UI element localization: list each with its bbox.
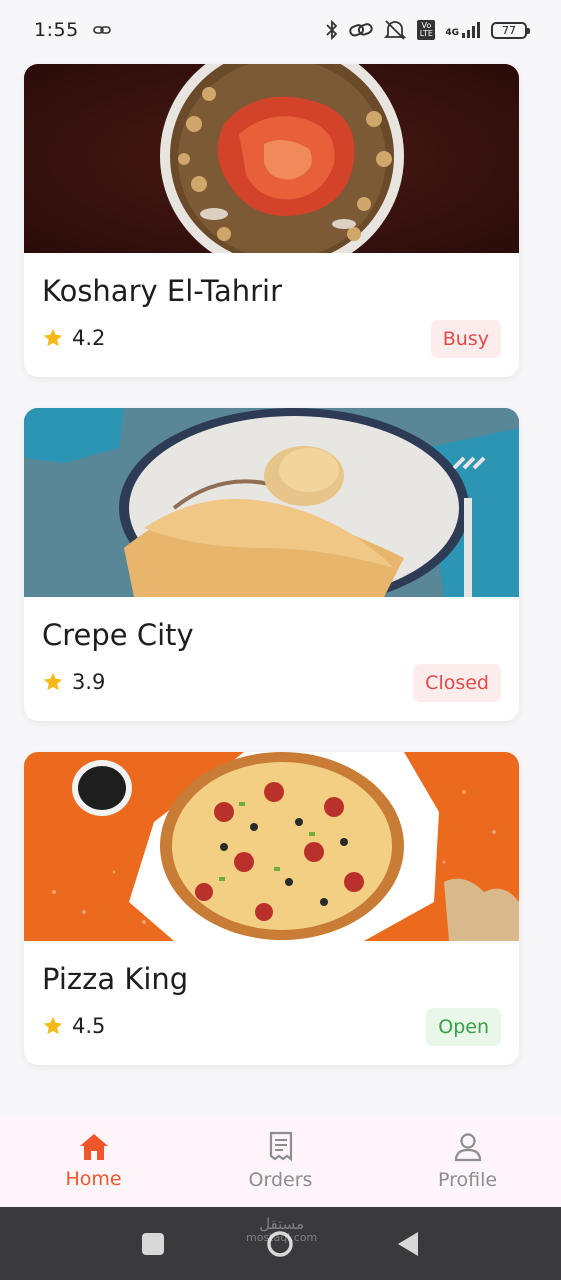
bluetooth-icon	[326, 20, 338, 40]
rating-value: 4.5	[72, 1014, 106, 1038]
nav-home-label: Home	[65, 1168, 122, 1190]
pizza-image	[24, 752, 519, 941]
restaurant-name: Koshary El-Tahrir	[42, 274, 283, 308]
status-badge: Closed	[413, 664, 501, 702]
signal-icon	[462, 22, 480, 38]
person-icon	[454, 1133, 481, 1162]
koshary-image	[24, 64, 519, 253]
star-icon	[43, 1016, 63, 1035]
nav-orders-label: Orders	[248, 1169, 313, 1191]
star-icon	[43, 328, 63, 347]
nav-profile[interactable]: Profile	[374, 1115, 561, 1207]
nav-home[interactable]: Home	[0, 1115, 187, 1207]
rating: 3.9	[42, 670, 105, 694]
volte-indicator: Vo LTE	[417, 20, 436, 40]
network-type: 4G	[445, 28, 459, 38]
status-time: 1:55	[34, 19, 79, 41]
restaurant-name: Crepe City	[42, 618, 194, 652]
rating: 4.2	[42, 326, 105, 350]
bottom-navigation: Home Orders Profile	[0, 1115, 561, 1207]
crepe-image	[24, 408, 519, 597]
home-icon	[79, 1134, 108, 1160]
mute-icon	[384, 20, 407, 40]
status-badge: Busy	[430, 320, 501, 358]
battery-icon: 77	[491, 21, 530, 39]
nav-orders[interactable]: Orders	[187, 1115, 374, 1207]
link-chain-icon	[349, 23, 374, 37]
rating-value: 3.9	[72, 670, 106, 694]
status-badge: Open	[426, 1008, 501, 1046]
status-bar: 1:55 Vo LTE 4G 77	[0, 0, 561, 60]
star-icon	[43, 672, 63, 691]
recents-icon[interactable]	[141, 1232, 165, 1256]
restaurant-name: Pizza King	[42, 962, 189, 996]
restaurant-card[interactable]: Crepe City 3.9 Closed	[24, 408, 519, 721]
battery-level: 77	[502, 23, 516, 37]
rating-value: 4.2	[72, 326, 106, 350]
restaurant-card[interactable]: Koshary El-Tahrir 4.2 Busy	[24, 64, 519, 377]
rating: 4.5	[42, 1014, 105, 1038]
watermark-line2: mostaql.com	[246, 1231, 318, 1244]
watermark: مستقل mostaql.com	[246, 1215, 318, 1245]
back-icon[interactable]	[396, 1231, 420, 1257]
watermark-line1: مستقل	[259, 1215, 305, 1233]
nav-profile-label: Profile	[437, 1169, 498, 1191]
receipt-icon	[269, 1131, 292, 1162]
restaurant-card[interactable]: Pizza King 4.5 Open	[24, 752, 519, 1065]
link-icon	[92, 26, 111, 34]
